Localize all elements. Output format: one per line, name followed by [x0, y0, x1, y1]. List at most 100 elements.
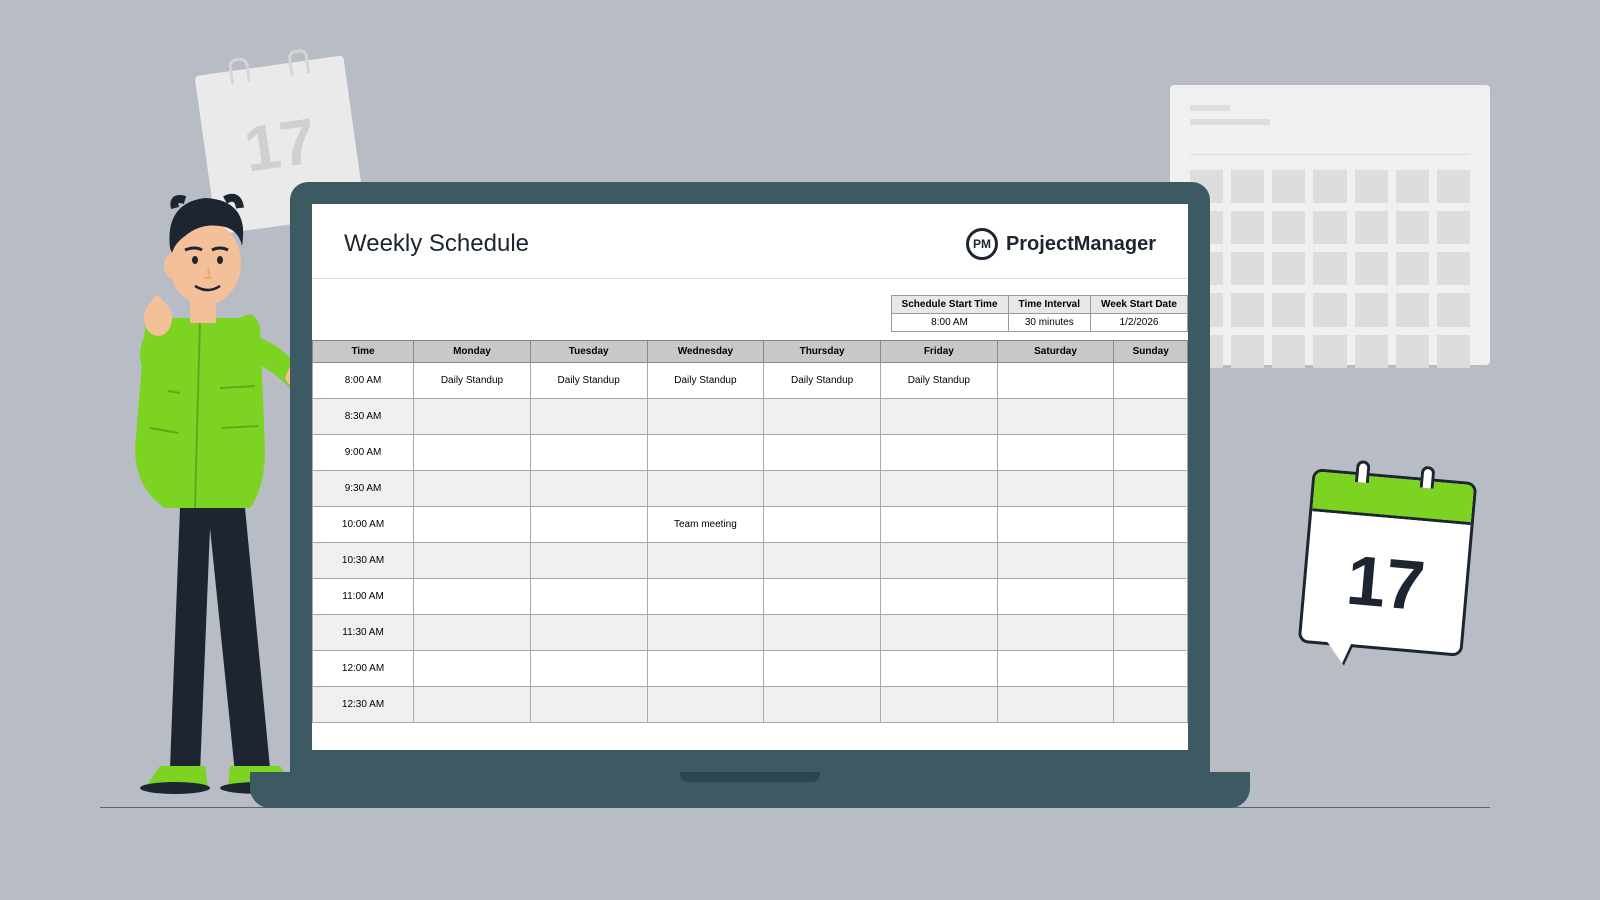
time-cell: 12:00 AM	[313, 651, 414, 687]
schedule-table: TimeMondayTuesdayWednesdayThursdayFriday…	[312, 340, 1188, 723]
schedule-cell	[764, 399, 881, 435]
schedule-cell	[880, 687, 997, 723]
schedule-cell	[414, 471, 531, 507]
schedule-cell	[530, 651, 647, 687]
schedule-column-header: Sunday	[1114, 341, 1188, 363]
schedule-cell	[414, 543, 531, 579]
schedule-cell: Team meeting	[647, 507, 764, 543]
schedule-cell	[764, 615, 881, 651]
schedule-cell	[530, 615, 647, 651]
schedule-cell	[414, 507, 531, 543]
schedule-cell	[414, 687, 531, 723]
brand-name: ProjectManager	[1006, 233, 1156, 256]
document-screen: Weekly Schedule PM ProjectManager Schedu…	[312, 204, 1188, 750]
time-cell: 12:30 AM	[313, 687, 414, 723]
schedule-cell	[1114, 507, 1188, 543]
brand-icon: PM	[966, 228, 998, 260]
time-cell: 9:30 AM	[313, 471, 414, 507]
schedule-column-header: Monday	[414, 341, 531, 363]
schedule-cell: Daily Standup	[414, 363, 531, 399]
schedule-cell	[880, 507, 997, 543]
schedule-cell	[414, 399, 531, 435]
schedule-cell	[997, 471, 1114, 507]
schedule-cell	[880, 615, 997, 651]
schedule-cell	[1114, 471, 1188, 507]
document-title: Weekly Schedule	[344, 230, 529, 258]
settings-area: Schedule Start Time Time Interval Week S…	[312, 279, 1188, 340]
schedule-column-header: Tuesday	[530, 341, 647, 363]
time-cell: 10:30 AM	[313, 543, 414, 579]
schedule-cell	[414, 435, 531, 471]
settings-header: Schedule Start Time	[891, 296, 1008, 314]
calendar-callout-icon: 17	[1298, 468, 1478, 657]
schedule-cell	[880, 399, 997, 435]
time-cell: 8:00 AM	[313, 363, 414, 399]
schedule-cell	[997, 435, 1114, 471]
background-calendar-large	[1170, 85, 1490, 365]
schedule-column-header: Time	[313, 341, 414, 363]
schedule-cell	[997, 579, 1114, 615]
schedule-cell	[414, 615, 531, 651]
schedule-cell	[530, 471, 647, 507]
schedule-cell	[997, 543, 1114, 579]
schedule-column-header: Thursday	[764, 341, 881, 363]
schedule-cell	[764, 507, 881, 543]
schedule-cell	[647, 543, 764, 579]
brand-logo: PM ProjectManager	[966, 228, 1156, 260]
schedule-cell	[997, 615, 1114, 651]
schedule-cell	[1114, 363, 1188, 399]
schedule-cell	[764, 471, 881, 507]
schedule-cell	[880, 435, 997, 471]
calendar-number: 17	[1301, 511, 1471, 653]
settings-value: 8:00 AM	[891, 314, 1008, 332]
schedule-cell: Daily Standup	[764, 363, 881, 399]
schedule-cell: Daily Standup	[647, 363, 764, 399]
time-cell: 8:30 AM	[313, 399, 414, 435]
schedule-column-header: Wednesday	[647, 341, 764, 363]
laptop-base	[250, 772, 1250, 808]
schedule-cell	[647, 651, 764, 687]
schedule-cell	[764, 435, 881, 471]
schedule-cell	[530, 399, 647, 435]
schedule-cell	[647, 687, 764, 723]
schedule-cell	[530, 435, 647, 471]
settings-table: Schedule Start Time Time Interval Week S…	[891, 295, 1188, 332]
settings-value: 1/2/2026	[1091, 314, 1188, 332]
schedule-column-header: Saturday	[997, 341, 1114, 363]
schedule-cell	[1114, 651, 1188, 687]
schedule-cell	[880, 579, 997, 615]
settings-header: Time Interval	[1008, 296, 1091, 314]
time-cell: 11:00 AM	[313, 579, 414, 615]
schedule-cell	[764, 651, 881, 687]
schedule-cell	[414, 651, 531, 687]
schedule-cell	[530, 507, 647, 543]
time-cell: 10:00 AM	[313, 507, 414, 543]
schedule-cell	[647, 579, 764, 615]
schedule-cell: Daily Standup	[530, 363, 647, 399]
schedule-cell	[530, 687, 647, 723]
schedule-cell	[997, 507, 1114, 543]
schedule-cell	[880, 651, 997, 687]
schedule-cell	[1114, 435, 1188, 471]
schedule-cell	[764, 687, 881, 723]
schedule-cell	[997, 687, 1114, 723]
schedule-cell	[880, 543, 997, 579]
schedule-cell	[530, 543, 647, 579]
schedule-cell	[764, 579, 881, 615]
schedule-cell	[997, 399, 1114, 435]
schedule-cell	[1114, 687, 1188, 723]
settings-value: 30 minutes	[1008, 314, 1091, 332]
schedule-column-header: Friday	[880, 341, 997, 363]
schedule-cell	[880, 471, 997, 507]
schedule-cell	[647, 471, 764, 507]
schedule-cell	[1114, 543, 1188, 579]
schedule-cell	[530, 579, 647, 615]
schedule-cell	[647, 615, 764, 651]
schedule-cell	[414, 579, 531, 615]
schedule-cell	[1114, 579, 1188, 615]
time-cell: 11:30 AM	[313, 615, 414, 651]
schedule-cell	[647, 435, 764, 471]
document-header: Weekly Schedule PM ProjectManager	[312, 204, 1188, 279]
schedule-cell	[1114, 615, 1188, 651]
laptop-frame: Weekly Schedule PM ProjectManager Schedu…	[290, 182, 1210, 808]
